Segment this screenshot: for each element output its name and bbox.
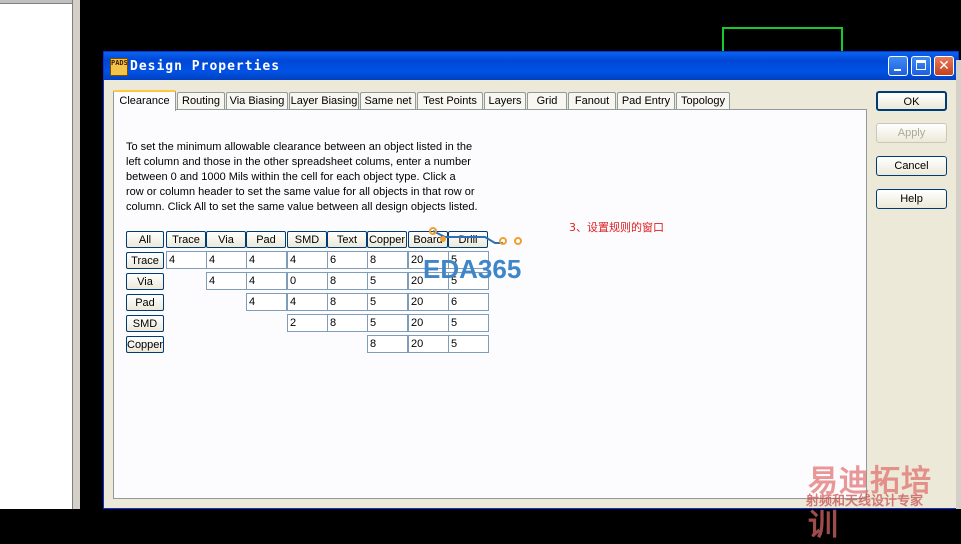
close-button[interactable]: ✕ bbox=[934, 56, 954, 76]
instructions-text: To set the minimum allowable clearance b… bbox=[126, 140, 486, 215]
clearance-cell[interactable]: 20 bbox=[408, 335, 449, 353]
instruction-line: row or column header to set the same val… bbox=[126, 186, 475, 198]
clearance-cell[interactable]: 5 bbox=[367, 272, 408, 290]
clearance-cell[interactable]: 5 bbox=[367, 293, 408, 311]
annotation-label: 3、设置规则的窗口 bbox=[569, 221, 664, 234]
tab-pad-entry[interactable]: Pad Entry bbox=[617, 92, 675, 109]
clearance-cell[interactable]: 8 bbox=[327, 293, 368, 311]
column-header-smd[interactable]: SMD bbox=[287, 231, 327, 248]
clearance-cell[interactable]: 5 bbox=[448, 335, 489, 353]
tab-grid[interactable]: Grid bbox=[527, 92, 567, 109]
tab-via-biasing[interactable]: Via Biasing bbox=[226, 92, 288, 109]
tab-fanout[interactable]: Fanout bbox=[568, 92, 616, 109]
all-button[interactable]: All bbox=[126, 231, 164, 248]
clearance-cell[interactable]: 4 bbox=[206, 272, 247, 290]
cancel-button[interactable]: Cancel bbox=[876, 156, 947, 176]
tab-routing[interactable]: Routing bbox=[177, 92, 225, 109]
tab-topology[interactable]: Topology bbox=[676, 92, 730, 109]
column-header-pad[interactable]: Pad bbox=[246, 231, 286, 248]
tab-layer-biasing[interactable]: Layer Biasing bbox=[289, 92, 359, 109]
instruction-line: left column and those in the other sprea… bbox=[126, 156, 471, 168]
clearance-cell[interactable]: 4 bbox=[287, 293, 328, 311]
clearance-cell[interactable]: 4 bbox=[206, 251, 247, 269]
maximize-icon bbox=[916, 60, 926, 70]
column-header-via[interactable]: Via bbox=[206, 231, 246, 248]
apply-button: Apply bbox=[876, 123, 947, 143]
column-header-text[interactable]: Text bbox=[327, 231, 367, 248]
row-header-via[interactable]: Via bbox=[126, 273, 164, 290]
clearance-cell[interactable]: 5 bbox=[367, 314, 408, 332]
right-scrollbar[interactable] bbox=[956, 60, 961, 509]
app-icon: PADS bbox=[110, 58, 128, 76]
clearance-cell[interactable]: 5 bbox=[448, 314, 489, 332]
instruction-line: column. Click All to set the same value … bbox=[126, 201, 478, 213]
maximize-button[interactable] bbox=[911, 56, 931, 76]
left-panel-top-bar bbox=[0, 0, 72, 4]
dialog-title: Design Properties bbox=[130, 59, 281, 74]
clearance-panel: To set the minimum allowable clearance b… bbox=[113, 109, 867, 499]
tab-clearance[interactable]: Clearance bbox=[113, 90, 176, 111]
clearance-cell[interactable]: 4 bbox=[166, 251, 207, 269]
eda365-watermark: EDA365 bbox=[423, 254, 522, 284]
row-header-pad[interactable]: Pad bbox=[126, 294, 164, 311]
left-white-panel bbox=[0, 0, 72, 509]
clearance-cell[interactable]: 20 bbox=[408, 293, 449, 311]
tab-test-points[interactable]: Test Points bbox=[417, 92, 483, 109]
clearance-cell[interactable]: 0 bbox=[287, 272, 328, 290]
clearance-cell[interactable]: 4 bbox=[287, 251, 328, 269]
dialog-titlebar[interactable]: PADS Design Properties ✕ bbox=[104, 52, 958, 80]
clearance-cell[interactable]: 4 bbox=[246, 293, 287, 311]
clearance-cell[interactable]: 4 bbox=[246, 251, 287, 269]
column-header-copper[interactable]: Copper bbox=[367, 231, 407, 248]
close-icon: ✕ bbox=[938, 58, 950, 74]
ok-button[interactable]: OK bbox=[876, 91, 947, 111]
brand-subtitle-watermark: 射频和天线设计专家 bbox=[806, 493, 924, 508]
clearance-cell[interactable]: 20 bbox=[408, 314, 449, 332]
column-header-trace[interactable]: Trace bbox=[166, 231, 206, 248]
minimize-button[interactable] bbox=[888, 56, 908, 76]
clearance-cell[interactable]: 6 bbox=[448, 293, 489, 311]
clearance-cell[interactable]: 2 bbox=[287, 314, 328, 332]
clearance-cell[interactable]: 8 bbox=[367, 335, 408, 353]
instruction-line: To set the minimum allowable clearance b… bbox=[126, 141, 473, 153]
help-button[interactable]: Help bbox=[876, 189, 947, 209]
tab-same-net[interactable]: Same net bbox=[360, 92, 416, 109]
instruction-line: between 0 and 1000 Mils within the cell … bbox=[126, 171, 456, 183]
clearance-cell[interactable]: 4 bbox=[246, 272, 287, 290]
row-header-trace[interactable]: Trace bbox=[126, 252, 164, 269]
design-properties-dialog: PADS Design Properties ✕ Clearance Routi… bbox=[103, 51, 959, 509]
row-header-copper[interactable]: Copper bbox=[126, 336, 164, 353]
watermark-circuit-icon bbox=[429, 227, 522, 245]
clearance-cell[interactable]: 8 bbox=[327, 314, 368, 332]
clearance-cell[interactable]: 8 bbox=[367, 251, 408, 269]
tab-layers[interactable]: Layers bbox=[484, 92, 526, 109]
clearance-cell[interactable]: 6 bbox=[327, 251, 368, 269]
minimize-icon bbox=[894, 69, 901, 71]
row-header-smd[interactable]: SMD bbox=[126, 315, 164, 332]
clearance-cell[interactable]: 8 bbox=[327, 272, 368, 290]
